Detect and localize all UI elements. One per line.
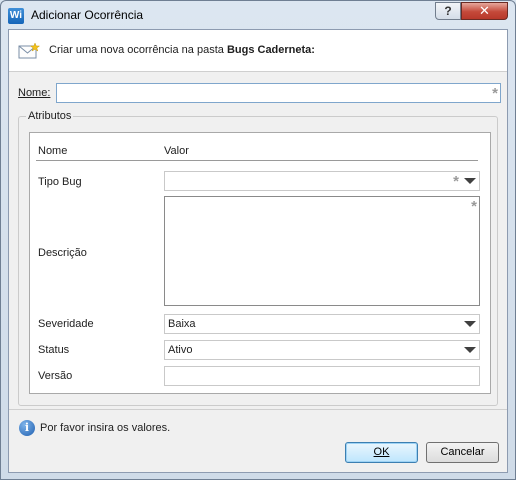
new-item-envelope-icon [18, 42, 40, 59]
title-bar[interactable]: Wi Adicionar Ocorrência ? ✕ [1, 1, 515, 29]
status-dropdown[interactable]: Ativo [164, 340, 480, 360]
footer-divider [9, 409, 507, 410]
severidade-dropdown[interactable]: Baixa [164, 314, 480, 334]
dialog-header: Criar uma nova ocorrência na pasta Bugs … [9, 30, 507, 72]
descricao-textarea[interactable]: * [164, 196, 480, 306]
info-message: Por favor insira os valores. [40, 422, 171, 434]
versao-input[interactable] [164, 366, 480, 386]
required-star-icon: * [492, 85, 498, 102]
header-divider [36, 160, 478, 161]
attribute-name-tipo-bug: Tipo Bug [38, 176, 82, 188]
attribute-name-descricao: Descrição [38, 247, 87, 259]
folder-name: Bugs Caderneta: [226, 44, 315, 56]
nome-input[interactable]: * [56, 83, 501, 103]
header-prefix: Criar uma nova ocorrência na pasta [49, 44, 224, 56]
ok-button[interactable]: OK [345, 442, 418, 463]
dropdown-arrow-icon [464, 347, 476, 353]
attributes-group-title: Atributos [26, 110, 74, 122]
attribute-name-severidade: Severidade [38, 318, 94, 330]
close-button[interactable]: ✕ [461, 2, 508, 20]
nome-label: Nome: [18, 87, 51, 99]
column-header-value: Valor [164, 145, 189, 157]
dialog-body: Criar uma nova ocorrência na pasta Bugs … [8, 29, 508, 473]
app-icon: Wi [8, 8, 24, 24]
dropdown-arrow-icon [464, 321, 476, 327]
header-message: Criar uma nova ocorrência na pasta Bugs … [49, 44, 315, 56]
dialog-window: Wi Adicionar Ocorrência ? ✕ Criar uma no… [0, 0, 516, 480]
attributes-grid: Nome Valor Tipo Bug * Descrição * Severi… [29, 132, 491, 394]
required-star-icon: * [471, 198, 477, 215]
required-star-icon: * [453, 173, 459, 190]
help-button[interactable]: ? [435, 2, 461, 20]
attribute-name-status: Status [38, 344, 70, 356]
attribute-name-versao: Versão [38, 370, 73, 382]
cancel-button[interactable]: Cancelar [426, 442, 499, 463]
window-title: Adicionar Ocorrência [31, 8, 144, 22]
info-icon: i [19, 420, 35, 436]
dropdown-arrow-icon [464, 178, 476, 184]
column-header-name: Nome [38, 145, 68, 157]
tipo-bug-dropdown[interactable]: * [164, 171, 480, 191]
